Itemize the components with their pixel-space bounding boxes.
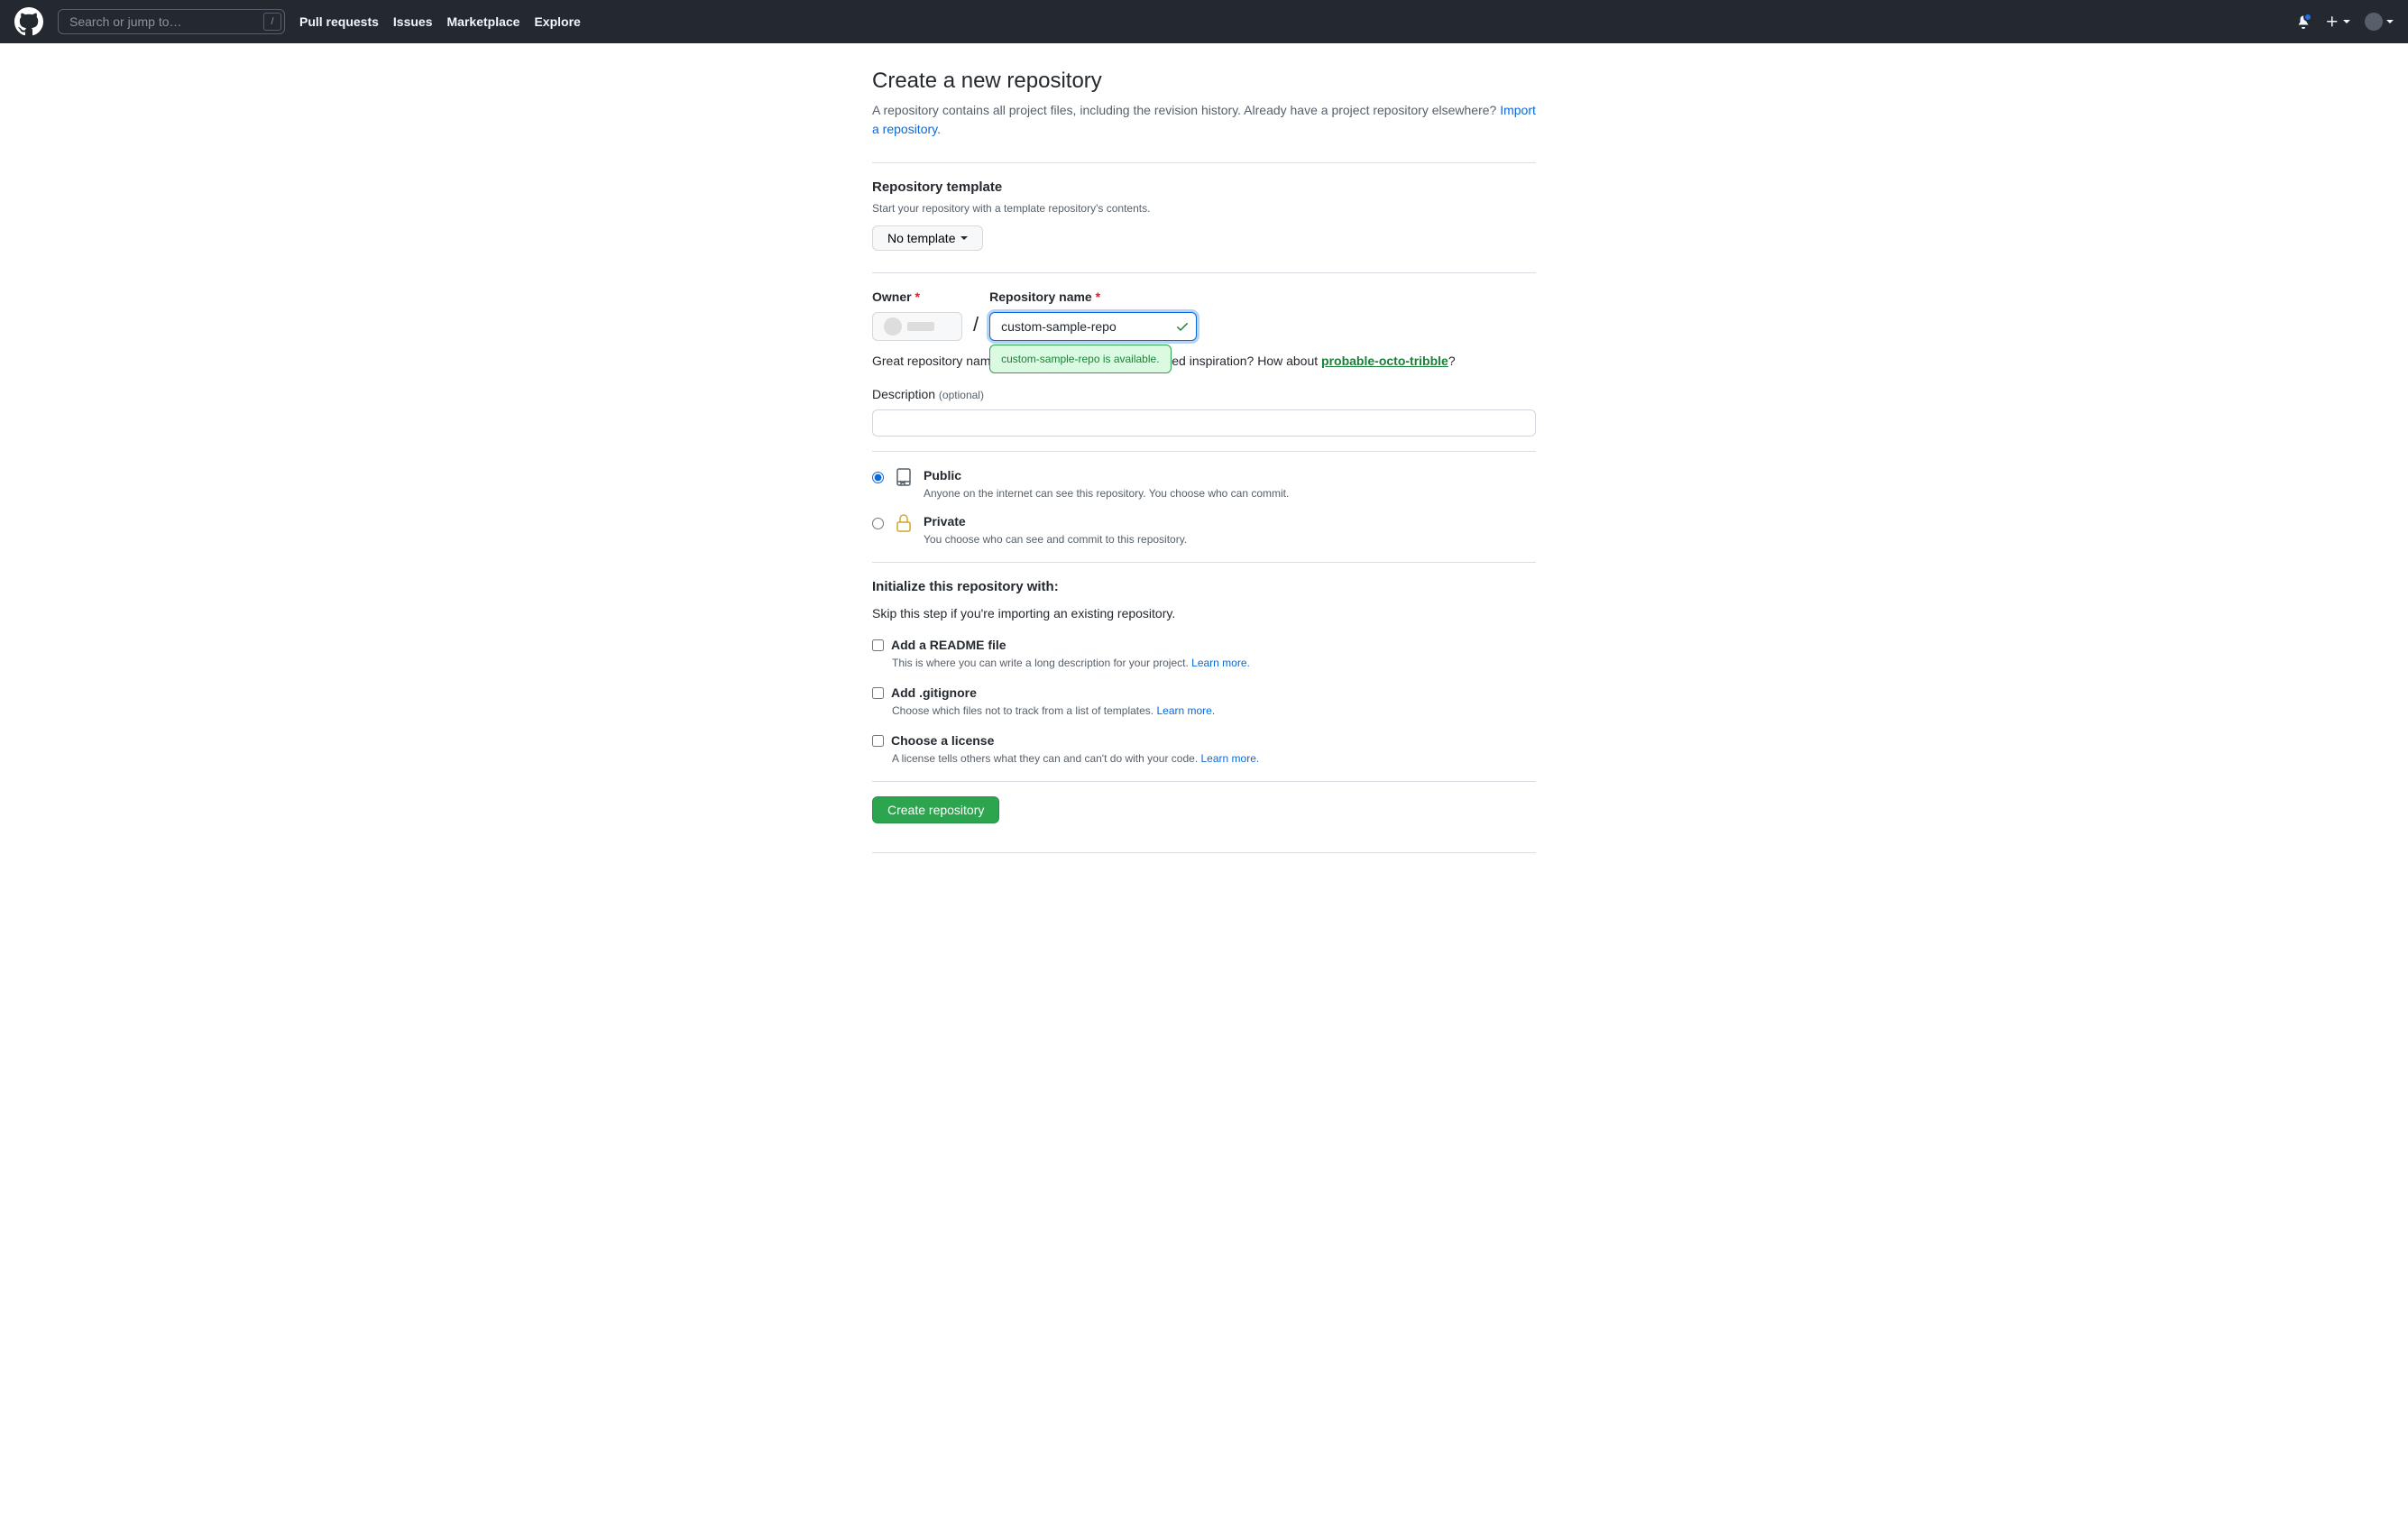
visibility-public-row: Public Anyone on the internet can see th… (872, 466, 1536, 501)
search-slash-hint: / (263, 13, 281, 31)
caret-down-icon (2343, 20, 2350, 23)
search-box: / (58, 9, 285, 34)
license-title: Choose a license (891, 731, 994, 750)
name-hint: Great repository names are short and mem… (872, 352, 1536, 371)
gitignore-title: Add .gitignore (891, 684, 977, 703)
notification-indicator (2303, 13, 2312, 22)
page-title: Create a new repository (872, 65, 1536, 97)
private-title: Private (924, 512, 1187, 531)
visibility-private-row: Private You choose who can see and commi… (872, 512, 1536, 547)
license-checkbox[interactable] (872, 735, 884, 747)
template-heading: Repository template (872, 178, 1536, 198)
gitignore-desc: Choose which files not to track from a l… (892, 703, 1536, 719)
readme-desc: This is where you can write a long descr… (892, 655, 1536, 671)
avatar (2365, 13, 2383, 31)
public-content: Public Anyone on the internet can see th… (924, 466, 1289, 501)
hint-suffix: ? (1448, 354, 1456, 368)
create-new-button[interactable] (2325, 14, 2350, 29)
owner-select-button[interactable] (872, 312, 962, 341)
header-left: / Pull requests Issues Marketplace Explo… (14, 7, 581, 36)
owner-name-row: Owner * / Repository name * custom-sampl… (872, 288, 1536, 341)
search-input[interactable] (58, 9, 285, 34)
subtitle-text: A repository contains all project files,… (872, 103, 1500, 117)
gitignore-row: Add .gitignore Choose which files not to… (872, 684, 1536, 719)
description-group: Description (optional) (872, 385, 1536, 437)
repo-icon (893, 466, 914, 493)
page-subtitle: A repository contains all project files,… (872, 101, 1536, 148)
template-button-label: No template (887, 231, 955, 245)
public-desc: Anyone on the internet can see this repo… (924, 485, 1289, 501)
description-label: Description (872, 387, 935, 401)
header-right (2296, 13, 2394, 31)
readme-row: Add a README file This is where you can … (872, 636, 1536, 671)
repo-name-label: Repository name * (989, 288, 1197, 307)
template-section: Repository template Start your repositor… (872, 178, 1536, 251)
optional-label: (optional) (939, 389, 984, 401)
private-desc: You choose who can see and commit to thi… (924, 531, 1187, 547)
private-content: Private You choose who can see and commi… (924, 512, 1187, 547)
initialize-heading: Initialize this repository with: (872, 577, 1536, 598)
gitignore-checkbox[interactable] (872, 687, 884, 699)
license-learn-more-link[interactable]: Learn more. (1201, 752, 1260, 765)
nav-marketplace[interactable]: Marketplace (447, 13, 520, 32)
slash-separator: / (970, 309, 982, 339)
lock-icon (893, 512, 914, 539)
new-repo-form: Create a new repository A repository con… (858, 43, 1550, 889)
license-desc: A license tells others what they can and… (892, 750, 1536, 767)
plus-icon (2325, 14, 2339, 29)
owner-name-placeholder (907, 322, 934, 331)
check-icon (1175, 319, 1190, 339)
readme-checkbox[interactable] (872, 639, 884, 651)
owner-label: Owner * (872, 288, 962, 307)
description-input[interactable] (872, 409, 1536, 437)
nav-links: Pull requests Issues Marketplace Explore (299, 13, 581, 32)
readme-learn-more-link[interactable]: Learn more. (1191, 657, 1250, 669)
availability-tooltip: custom-sample-repo is available. (989, 345, 1171, 373)
create-repository-button[interactable]: Create repository (872, 796, 999, 823)
caret-down-icon (960, 236, 968, 240)
notifications-button[interactable] (2296, 14, 2311, 29)
repo-name-group: Repository name * custom-sample-repo is … (989, 288, 1197, 341)
nav-issues[interactable]: Issues (393, 13, 433, 32)
template-desc: Start your repository with a template re… (872, 200, 1536, 216)
readme-title: Add a README file (891, 636, 1006, 655)
public-title: Public (924, 466, 1289, 485)
nav-pull-requests[interactable]: Pull requests (299, 13, 379, 32)
gitignore-learn-more-link[interactable]: Learn more. (1156, 704, 1215, 717)
license-row: Choose a license A license tells others … (872, 731, 1536, 767)
caret-down-icon (2386, 20, 2394, 23)
repo-name-input[interactable] (989, 312, 1197, 341)
github-logo[interactable] (14, 7, 43, 36)
owner-group: Owner * (872, 288, 962, 341)
initialize-skip: Skip this step if you're importing an ex… (872, 604, 1536, 623)
visibility-public-radio[interactable] (872, 472, 884, 483)
user-menu-button[interactable] (2365, 13, 2394, 31)
main-header: / Pull requests Issues Marketplace Explo… (0, 0, 2408, 43)
suggested-name-link[interactable]: probable-octo-tribble (1321, 354, 1448, 368)
nav-explore[interactable]: Explore (534, 13, 580, 32)
visibility-private-radio[interactable] (872, 518, 884, 529)
template-select-button[interactable]: No template (872, 225, 983, 251)
owner-avatar (884, 317, 902, 335)
